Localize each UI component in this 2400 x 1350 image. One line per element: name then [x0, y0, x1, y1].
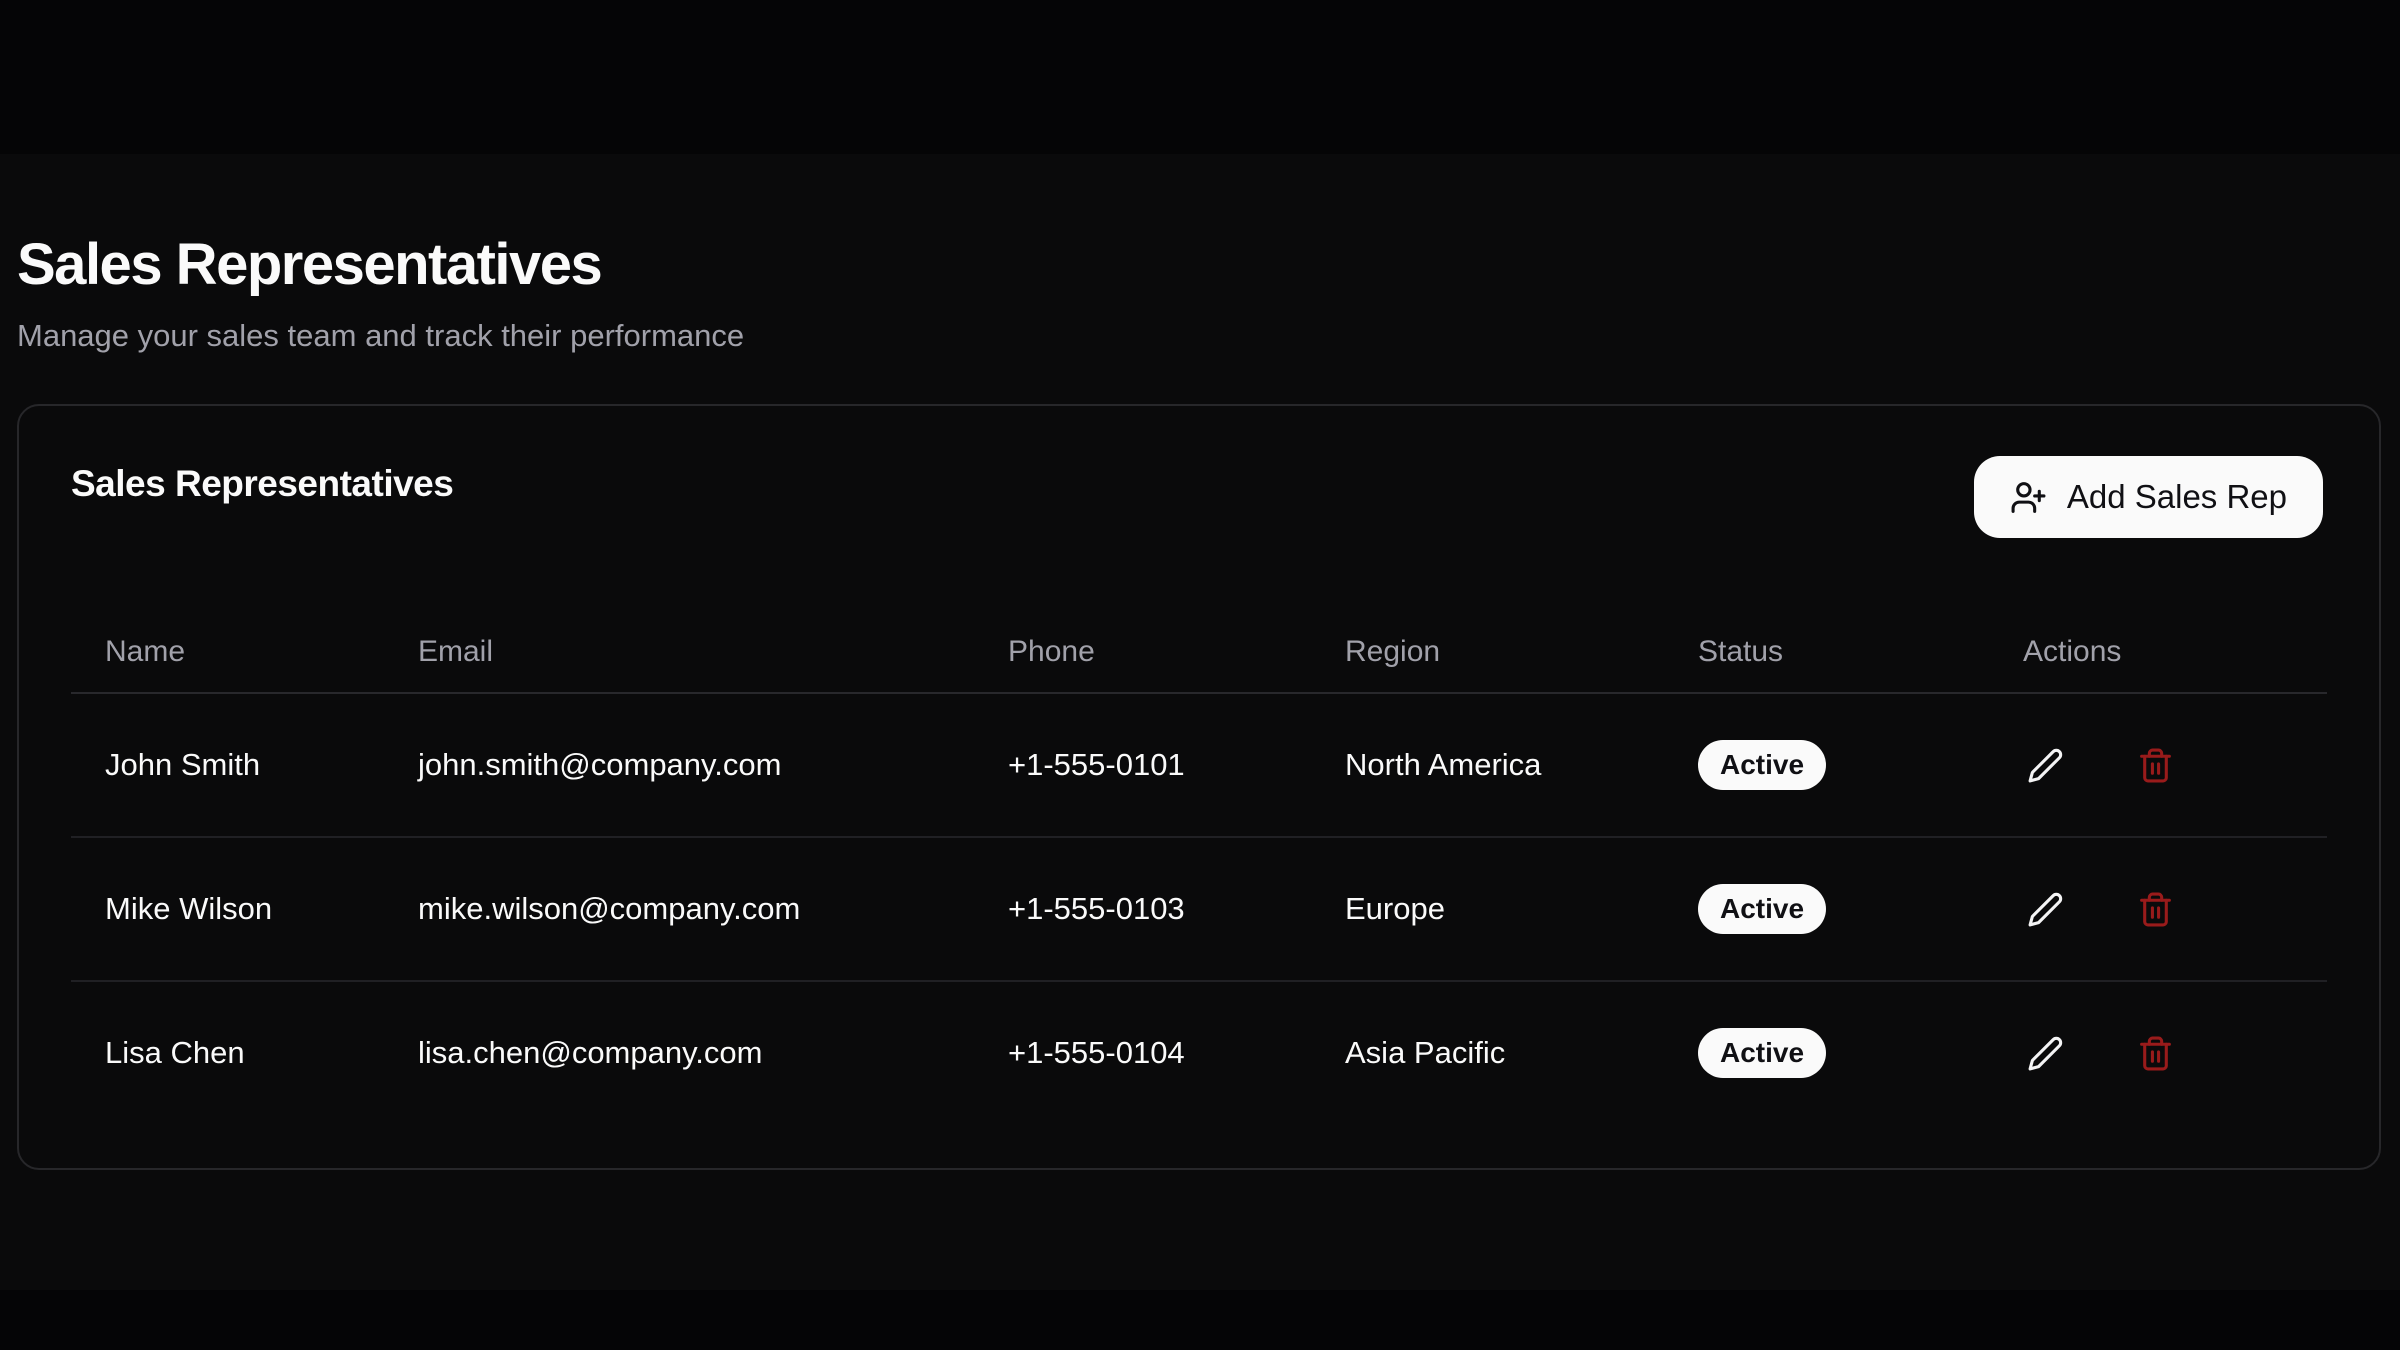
actions-cell — [1989, 981, 2327, 1124]
edit-button[interactable] — [2023, 887, 2067, 931]
phone-cell: +1-555-0101 — [974, 693, 1311, 837]
column-header-name: Name — [71, 612, 384, 693]
pencil-icon — [2027, 747, 2064, 784]
pencil-icon — [2027, 891, 2064, 928]
name-cell: Mike Wilson — [71, 837, 384, 981]
status-badge: Active — [1698, 740, 1826, 790]
delete-button[interactable] — [2134, 1031, 2178, 1075]
column-header-status: Status — [1664, 612, 1989, 693]
edit-button[interactable] — [2023, 1031, 2067, 1075]
delete-button[interactable] — [2134, 743, 2178, 787]
status-cell: Active — [1664, 837, 1989, 981]
actions-cell — [1989, 837, 2327, 981]
status-cell: Active — [1664, 981, 1989, 1124]
status-badge: Active — [1698, 1028, 1826, 1078]
email-cell: lisa.chen@company.com — [384, 981, 974, 1124]
actions-cell — [1989, 693, 2327, 837]
add-sales-rep-button[interactable]: Add Sales Rep — [1974, 456, 2323, 538]
phone-cell: +1-555-0103 — [974, 837, 1311, 981]
table-header-row: Name Email Phone Region Status Actions — [71, 612, 2327, 693]
name-cell: Lisa Chen — [71, 981, 384, 1124]
page-title: Sales Representatives — [17, 233, 601, 297]
trash-icon — [2137, 1035, 2174, 1072]
add-sales-rep-label: Add Sales Rep — [2067, 478, 2287, 516]
trash-icon — [2137, 891, 2174, 928]
column-header-email: Email — [384, 612, 974, 693]
delete-button[interactable] — [2134, 887, 2178, 931]
reps-table: Name Email Phone Region Status Actions J… — [71, 612, 2327, 1124]
sales-reps-card: Sales Representatives Add Sales Rep — [17, 404, 2381, 1170]
status-cell: Active — [1664, 693, 1989, 837]
email-cell: mike.wilson@company.com — [384, 837, 974, 981]
region-cell: Asia Pacific — [1311, 981, 1664, 1124]
column-header-actions: Actions — [1989, 612, 2327, 693]
reps-table-wrapper: Name Email Phone Region Status Actions J… — [71, 612, 2327, 1124]
card-title: Sales Representatives — [71, 464, 453, 504]
page-subtitle: Manage your sales team and track their p… — [17, 317, 744, 355]
trash-icon — [2137, 747, 2174, 784]
email-cell: john.smith@company.com — [384, 693, 974, 837]
main-content-area: Sales Representatives Manage your sales … — [0, 154, 2400, 1290]
column-header-region: Region — [1311, 612, 1664, 693]
name-cell: John Smith — [71, 693, 384, 837]
table-row: John Smith john.smith@company.com +1-555… — [71, 693, 2327, 837]
edit-button[interactable] — [2023, 743, 2067, 787]
table-row: Lisa Chen lisa.chen@company.com +1-555-0… — [71, 981, 2327, 1124]
region-cell: Europe — [1311, 837, 1664, 981]
column-header-phone: Phone — [974, 612, 1311, 693]
phone-cell: +1-555-0104 — [974, 981, 1311, 1124]
table-row: Mike Wilson mike.wilson@company.com +1-5… — [71, 837, 2327, 981]
pencil-icon — [2027, 1035, 2064, 1072]
region-cell: North America — [1311, 693, 1664, 837]
status-badge: Active — [1698, 884, 1826, 934]
user-plus-icon — [2010, 479, 2047, 516]
